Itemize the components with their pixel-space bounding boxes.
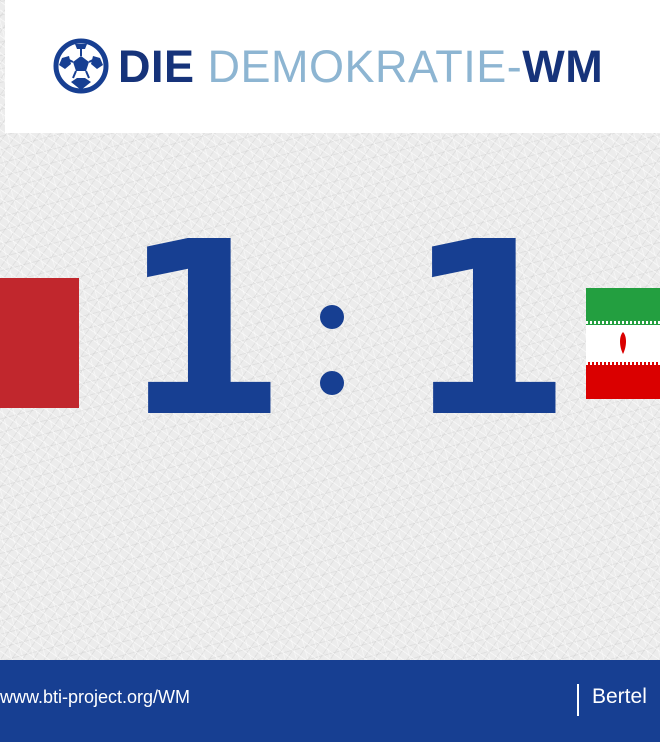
header-banner: DIE DEMOKRATIE-WM xyxy=(5,0,660,133)
flag-emblem-icon xyxy=(620,332,626,354)
soccer-ball-icon xyxy=(53,38,109,94)
score-separator-glyph: : xyxy=(320,305,321,306)
score-home: 1 xyxy=(120,190,287,470)
footer-divider xyxy=(577,684,579,716)
title-part-demokratie: DEMOKRATIE- xyxy=(207,41,523,92)
title-part-die: DIE xyxy=(118,41,195,92)
brand-name: Bertel xyxy=(592,685,647,708)
footer-bar: www.bti-project.org/WM Bertel xyxy=(0,660,660,742)
title-part-wm: WM xyxy=(522,41,604,92)
separator-dot-top xyxy=(320,305,344,329)
left-team-flag xyxy=(0,278,79,408)
score-separator: : xyxy=(320,305,344,405)
score-away: 1 xyxy=(405,190,572,470)
page-title: DIE DEMOKRATIE-WM xyxy=(118,38,603,96)
website-link[interactable]: www.bti-project.org/WM xyxy=(0,687,190,708)
separator-dot-bottom xyxy=(320,371,344,395)
iran-flag xyxy=(586,288,660,399)
